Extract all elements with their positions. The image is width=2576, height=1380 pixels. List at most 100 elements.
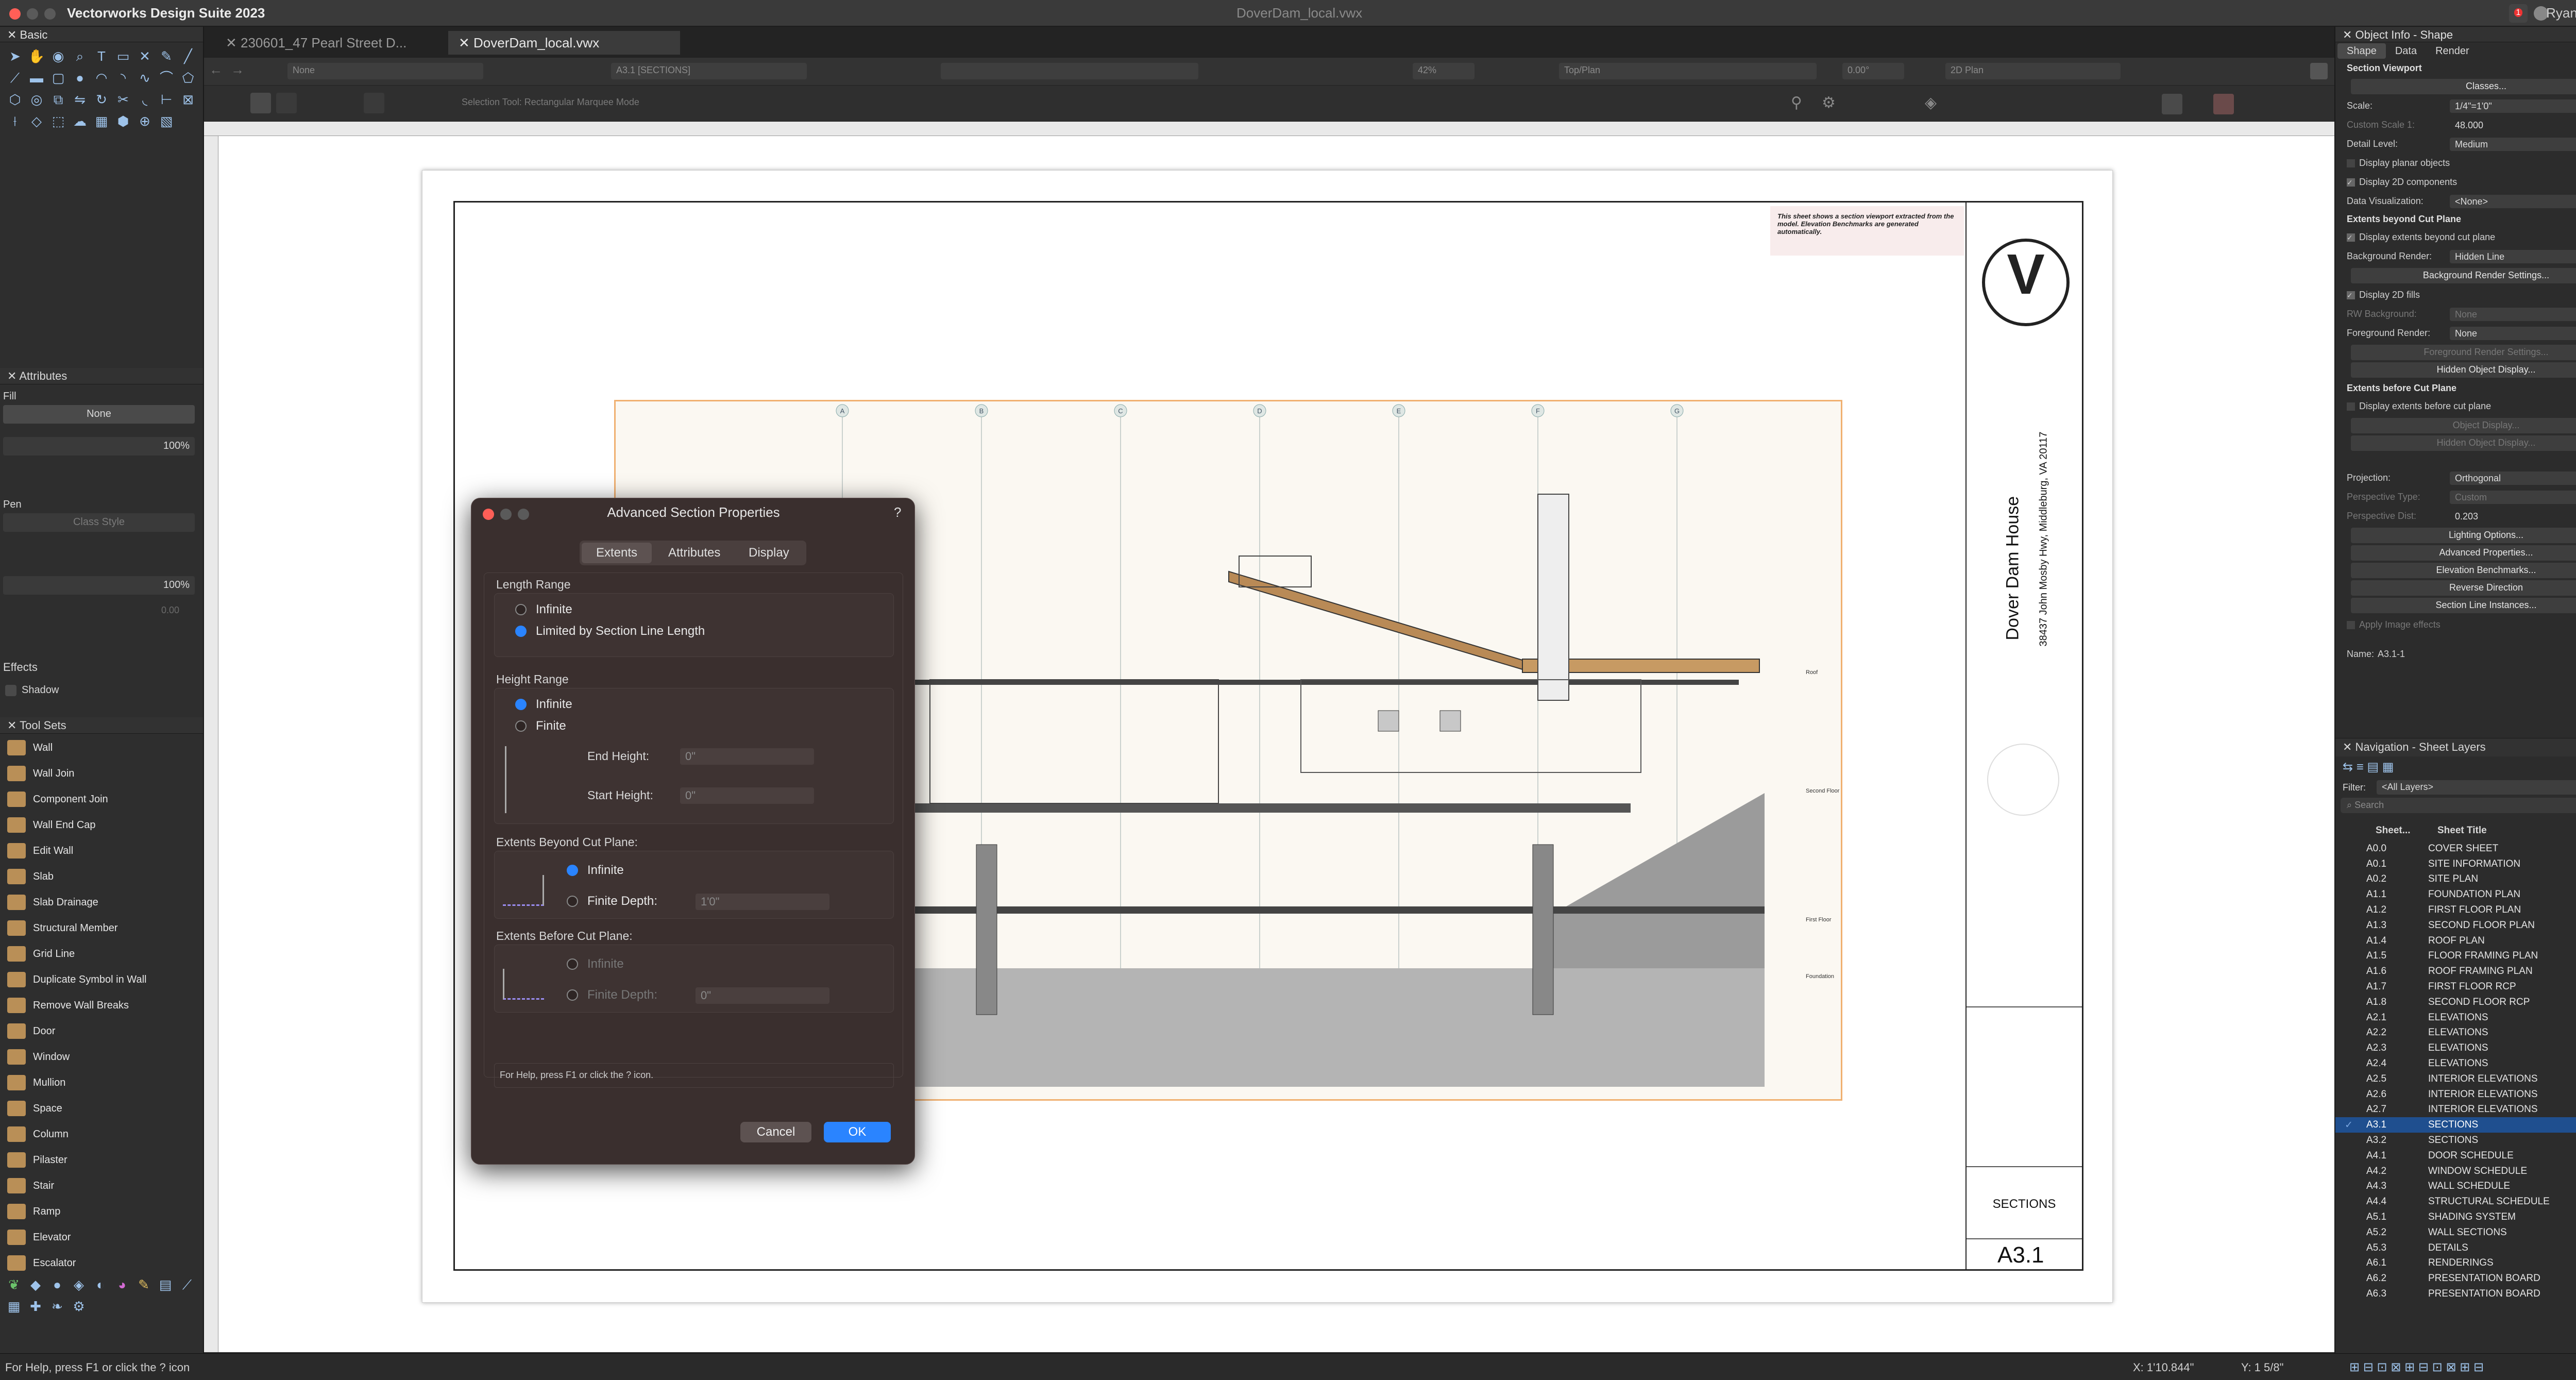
sheet-layer-row[interactable]: A2.4ELEVATIONS15 <box>2335 1056 2576 1071</box>
tab-render[interactable]: Render <box>2426 43 2479 59</box>
fillet-tool-icon[interactable]: ◟ <box>134 89 156 110</box>
zoom-tool-icon[interactable]: ⌕ <box>69 45 91 67</box>
perspective-type-select[interactable]: Custom <box>2450 490 2576 504</box>
before-depth-field[interactable]: 0" <box>696 987 829 1004</box>
sheet-layer-row[interactable]: ✓A3.1SECTIONS19 <box>2335 1117 2576 1133</box>
tab-extents[interactable]: Extents <box>582 543 652 563</box>
help-icon[interactable]: ? <box>894 504 901 520</box>
object-display-button[interactable]: Object Display... <box>2351 418 2576 433</box>
line-tool-icon[interactable]: ╱ <box>177 45 199 67</box>
attribute-mapping-tool-icon[interactable]: ⬚ <box>47 110 69 132</box>
layer-options-icon[interactable] <box>2310 63 2328 79</box>
perspective-dist-field[interactable]: 0.203 <box>2450 510 2576 523</box>
rectangle-tool-icon[interactable]: ▬ <box>26 67 47 89</box>
classes-button[interactable]: Classes... <box>2351 79 2576 94</box>
tab-pearl-street[interactable]: ✕ 230601_47 Pearl Street D... <box>215 31 447 55</box>
hidden-object-display-2-button[interactable]: Hidden Object Display... <box>2351 435 2576 451</box>
layers-icon[interactable]: ◈ <box>1925 94 1937 112</box>
advanced-properties-button[interactable]: Advanced Properties... <box>2351 545 2576 561</box>
settings-icon[interactable]: ⚙ <box>68 1295 90 1317</box>
beyond-infinite-radio[interactable]: Infinite <box>567 860 624 881</box>
filter-select[interactable]: <All Layers> <box>2377 780 2576 795</box>
snap-grid-icon[interactable] <box>2162 94 2182 114</box>
toolset-item[interactable]: Remove Wall Breaks <box>0 992 194 1018</box>
polygon-marquee-mode-icon[interactable] <box>276 93 297 113</box>
snap-icon[interactable]: ⚲ <box>1791 94 1802 112</box>
hatch-tool-icon[interactable]: ▧ <box>156 110 177 132</box>
length-limited-radio[interactable]: Limited by Section Line Length <box>515 620 873 642</box>
sheet-layer-row[interactable]: A1.3SECOND FLOOR PLAN6 <box>2335 918 2576 933</box>
projection-select[interactable]: Orthogonal <box>2450 471 2576 485</box>
minimize-window-button[interactable] <box>27 8 38 20</box>
render-mode-select[interactable]: 2D Plan <box>1945 63 2121 79</box>
before-finite-radio[interactable]: Finite Depth: <box>567 984 657 1006</box>
detailing-toolset-icon[interactable]: ◈ <box>68 1274 90 1295</box>
snap-toggles[interactable]: ⊞ ⊟ ⊡ ⊠ ⊞ ⊟ ⊡ ⊠ ⊞ ⊟ <box>2349 1360 2484 1375</box>
display-2d-fills-checkbox[interactable]: ✓ Display 2D fills <box>2335 285 2576 305</box>
toolset-item[interactable]: Grid Line <box>0 941 194 967</box>
sheet-layer-row[interactable]: A6.1RENDERINGS28 <box>2335 1256 2576 1271</box>
search-input[interactable]: ⌕ Search <box>2341 798 2576 813</box>
sheet-layer-row[interactable]: A5.1SHADING SYSTEM25 <box>2335 1209 2576 1225</box>
detail-level-select[interactable]: Medium <box>2450 137 2576 151</box>
spotlight-toolset-icon[interactable]: ◕ <box>111 1274 133 1295</box>
trim-tool-icon[interactable]: ✂ <box>112 89 134 110</box>
shadow-checkbox[interactable]: Shadow <box>5 684 59 696</box>
sheet-layer-row[interactable]: A5.2WALL SECTIONS26 <box>2335 1225 2576 1240</box>
dimension-tool-icon[interactable]: ✕ <box>134 45 156 67</box>
share-icon[interactable]: ⇆ <box>2343 760 2357 774</box>
sheet-layer-row[interactable]: A4.2WINDOW SCHEDULE22 <box>2335 1164 2576 1179</box>
close-icon[interactable]: ✕ <box>7 369 19 382</box>
planar-objects-checkbox[interactable]: Display planar objects <box>2335 154 2576 173</box>
notification-icon[interactable]: 1 <box>2509 4 2528 23</box>
tab-display[interactable]: Display <box>734 543 804 563</box>
start-height-field[interactable]: 0" <box>680 787 814 804</box>
toolset-item[interactable]: Slab Drainage <box>0 889 194 915</box>
active-class-select[interactable]: None <box>287 63 483 79</box>
close-icon[interactable]: ✕ <box>2343 741 2355 753</box>
forward-icon[interactable]: → <box>231 62 244 78</box>
lighting-options-button[interactable]: Lighting Options... <box>2351 528 2576 543</box>
user-name[interactable]: Ryan Butler <box>2546 5 2576 21</box>
back-icon[interactable]: ← <box>209 62 223 78</box>
cancel-button[interactable]: Cancel <box>740 1122 811 1142</box>
background-render-settings-button[interactable]: Background Render Settings... <box>2351 268 2576 283</box>
clip-tool-icon[interactable]: ⊠ <box>177 89 199 110</box>
custom-scale-field[interactable]: 48.000 <box>2450 119 2576 132</box>
rotate-tool-icon[interactable]: ↻ <box>91 89 112 110</box>
fastener-toolset-icon[interactable]: ✚ <box>25 1295 46 1317</box>
rectangular-marquee-mode-icon[interactable] <box>250 93 271 113</box>
polyline-tool-icon[interactable]: ⌒ <box>156 67 177 89</box>
rounded-rect-tool-icon[interactable]: ▢ <box>47 67 69 89</box>
eyedropper-tool-icon[interactable]: ✎ <box>156 45 177 67</box>
zoom-window-button[interactable] <box>44 8 56 20</box>
toolset-item[interactable]: Escalator <box>0 1250 194 1276</box>
background-render-select[interactable]: Hidden Line <box>2450 249 2576 263</box>
walls-toolset-icon[interactable]: ▤ <box>155 1274 176 1295</box>
close-icon[interactable]: ✕ <box>459 35 473 51</box>
section-line-instances-button[interactable]: Section Line Instances... <box>2351 598 2576 613</box>
toolset-item[interactable]: Wall Join <box>0 761 194 786</box>
height-finite-radio[interactable]: Finite <box>515 715 873 737</box>
col-sheet-title[interactable]: Sheet Title <box>2437 825 2576 836</box>
connect-tool-icon[interactable]: ⊢ <box>156 89 177 110</box>
building-shell-toolset-icon[interactable]: ◆ <box>25 1274 46 1295</box>
active-layer-select[interactable]: A3.1 [SECTIONS] <box>611 63 807 79</box>
sheet-layer-row[interactable]: A3.2SECTIONS20 <box>2335 1133 2576 1148</box>
toolset-item[interactable]: Door <box>0 1018 194 1044</box>
circle-tool-icon[interactable]: ● <box>69 67 91 89</box>
arc-tool-icon[interactable]: ◠ <box>91 67 112 89</box>
sheet-layer-row[interactable]: A1.2FIRST FLOOR PLAN5 <box>2335 902 2576 918</box>
tab-shape[interactable]: Shape <box>2337 43 2386 59</box>
edit-toolset-icon[interactable]: ⟋ <box>176 1274 198 1295</box>
sheet-layer-row[interactable]: A1.6ROOF FRAMING PLAN9 <box>2335 964 2576 979</box>
toolset-item[interactable]: Component Join <box>0 786 194 812</box>
toolset-item[interactable]: Duplicate Symbol in Wall <box>0 967 194 992</box>
toolset-item[interactable]: Column <box>0 1121 194 1147</box>
sheet-layer-row[interactable]: A6.3PRESENTATION BOARD30 <box>2335 1286 2576 1302</box>
ok-button[interactable]: OK <box>824 1122 891 1142</box>
before-infinite-radio[interactable]: Infinite <box>567 953 624 975</box>
freehand-tool-icon[interactable]: ∿ <box>134 67 156 89</box>
flyover-tool-icon[interactable]: ◉ <box>47 45 69 67</box>
thumbnail-view-icon[interactable]: ▤ <box>2367 760 2382 774</box>
